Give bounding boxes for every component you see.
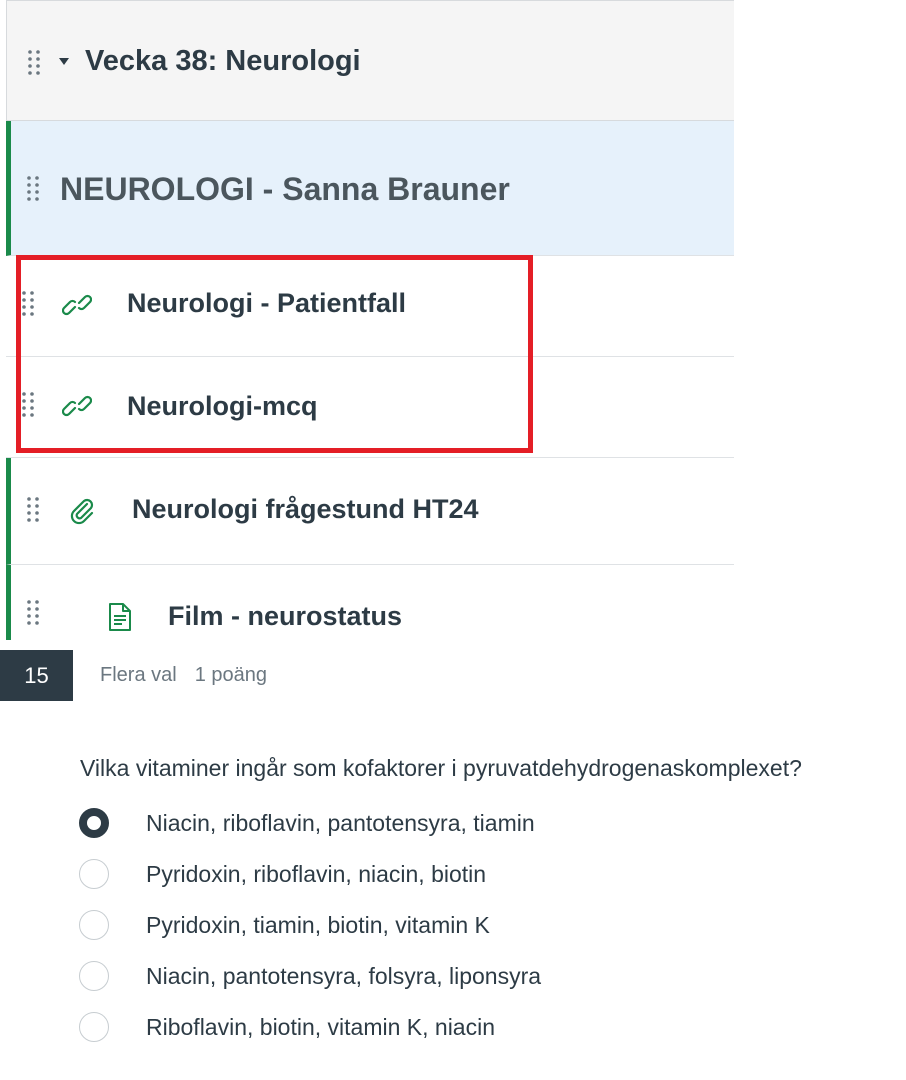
module-item-label[interactable]: Film - neurostatus xyxy=(168,601,402,632)
module-item-mcq[interactable]: Neurologi-mcq xyxy=(6,357,734,458)
drag-handle-icon[interactable] xyxy=(21,391,35,424)
module-item-film[interactable]: Film - neurostatus xyxy=(6,565,734,640)
answer-option[interactable]: Niacin, riboflavin, pantotensyra, tiamin xyxy=(79,806,779,846)
radio-button[interactable] xyxy=(79,859,109,889)
question-number-badge: 15 xyxy=(0,650,73,701)
answer-option-label[interactable]: Pyridoxin, tiamin, biotin, vitamin K xyxy=(146,912,490,939)
answer-option[interactable]: Niacin, pantotensyra, folsyra, liponsyra xyxy=(79,959,779,999)
question-type: Flera val xyxy=(100,664,177,686)
module-item-label: NEUROLOGI - Sanna Brauner xyxy=(60,171,510,207)
document-icon xyxy=(107,602,133,637)
answer-option[interactable]: Pyridoxin, riboflavin, niacin, biotin xyxy=(79,857,779,897)
question-points: 1 poäng xyxy=(194,664,267,686)
module-item-label[interactable]: Neurologi-mcq xyxy=(127,391,318,422)
drag-handle-icon[interactable] xyxy=(26,496,40,529)
answer-option[interactable]: Riboflavin, biotin, vitamin K, niacin xyxy=(79,1010,779,1050)
radio-button[interactable] xyxy=(79,910,109,940)
question-meta: Flera val 1 poäng xyxy=(100,664,267,687)
radio-button[interactable] xyxy=(79,808,109,838)
module-item-patientfall[interactable]: Neurologi - Patientfall xyxy=(6,256,734,357)
drag-handle-icon[interactable] xyxy=(27,49,41,82)
module-item-fragestund[interactable]: Neurologi frågestund HT24 xyxy=(6,458,734,565)
radio-button[interactable] xyxy=(79,961,109,991)
collapse-caret-icon[interactable] xyxy=(59,58,69,65)
drag-handle-icon[interactable] xyxy=(26,599,40,632)
answer-option-label[interactable]: Niacin, pantotensyra, folsyra, liponsyra xyxy=(146,963,541,990)
module-item-subheader: NEUROLOGI - Sanna Brauner xyxy=(6,121,734,256)
answer-option-label[interactable]: Riboflavin, biotin, vitamin K, niacin xyxy=(146,1014,495,1041)
module-item-label[interactable]: Neurologi frågestund HT24 xyxy=(132,494,479,525)
module-item-label[interactable]: Neurologi - Patientfall xyxy=(127,288,406,319)
answer-option-label[interactable]: Niacin, riboflavin, pantotensyra, tiamin xyxy=(146,810,535,837)
drag-handle-icon[interactable] xyxy=(26,175,40,208)
module-title[interactable]: Vecka 38: Neurologi xyxy=(85,45,361,78)
module-header[interactable]: Vecka 38: Neurologi xyxy=(6,0,734,121)
module-panel: Vecka 38: Neurologi NEUROLOGI - Sanna Br… xyxy=(6,0,734,640)
link-icon xyxy=(61,290,93,325)
answer-option-label[interactable]: Pyridoxin, riboflavin, niacin, biotin xyxy=(146,861,486,888)
paperclip-icon xyxy=(67,496,97,531)
question-text: Vilka vitaminer ingår som kofaktorer i p… xyxy=(80,755,802,781)
radio-button[interactable] xyxy=(79,1012,109,1042)
drag-handle-icon[interactable] xyxy=(21,290,35,323)
answer-option[interactable]: Pyridoxin, tiamin, biotin, vitamin K xyxy=(79,908,779,948)
link-icon xyxy=(61,391,93,426)
